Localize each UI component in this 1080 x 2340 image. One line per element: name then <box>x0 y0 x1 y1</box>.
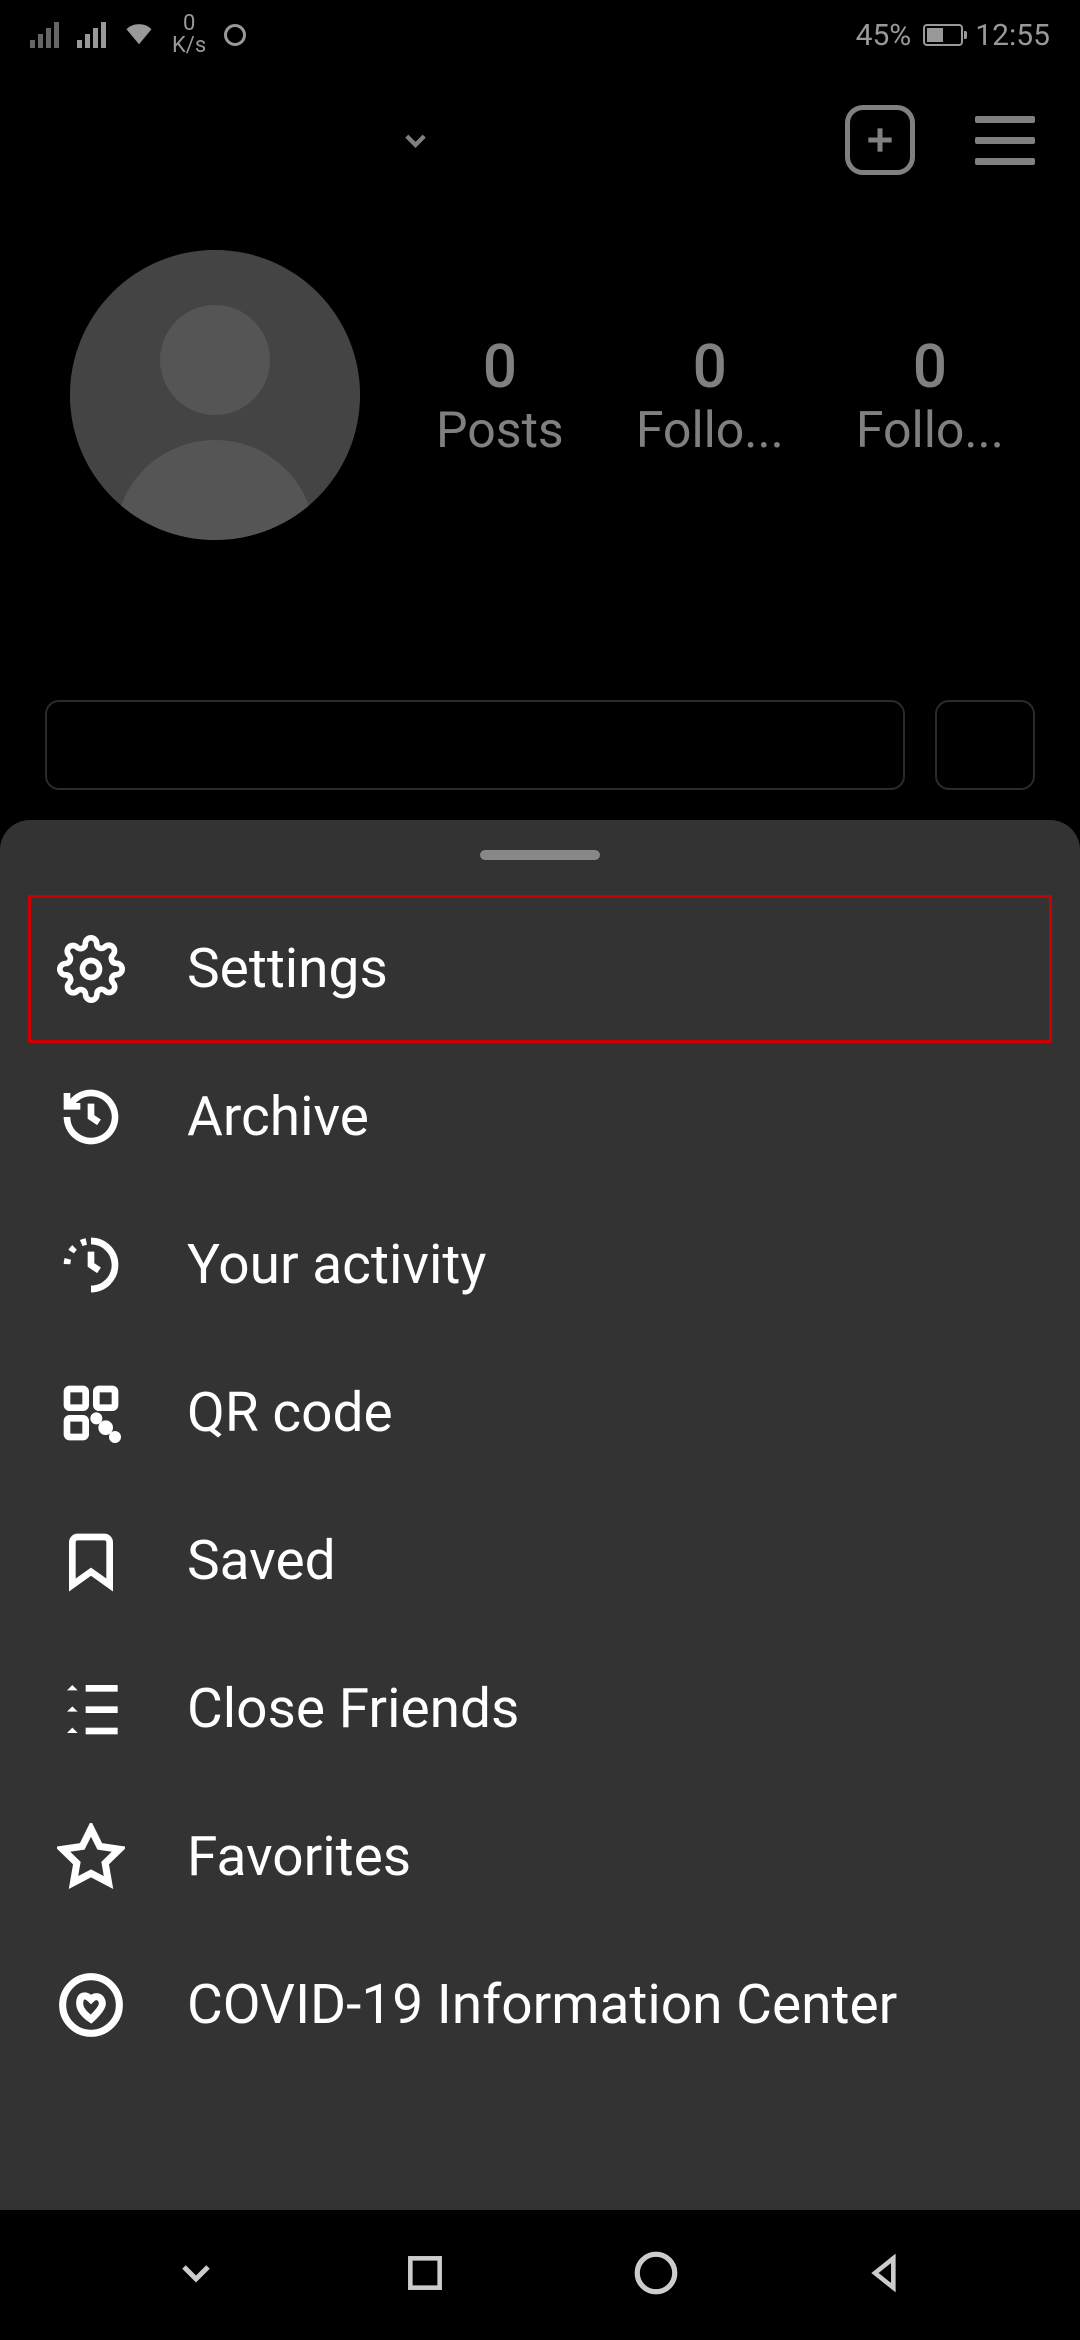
battery-percent: 45% <box>856 18 912 53</box>
battery-icon <box>923 24 963 46</box>
menu-label-settings: Settings <box>187 937 388 1001</box>
archive-icon <box>55 1081 127 1153</box>
bottom-sheet: Settings Archive Your activity <box>0 820 1080 2210</box>
menu-label-saved: Saved <box>187 1529 336 1593</box>
bookmark-icon <box>55 1525 127 1597</box>
menu-label-archive: Archive <box>187 1085 369 1149</box>
net-speed-value: 0 <box>172 13 206 35</box>
menu-label-favorites: Favorites <box>187 1825 411 1889</box>
qrcode-icon <box>55 1377 127 1449</box>
create-button[interactable] <box>845 105 915 175</box>
profile-background: 0 Posts 0 Follo... 0 Follo... <box>0 70 1080 790</box>
discover-people-button[interactable] <box>935 700 1035 790</box>
net-speed: 0 K/s <box>172 13 206 57</box>
plus-icon <box>860 120 900 160</box>
drag-handle[interactable] <box>480 850 600 860</box>
followers-label: Follo... <box>636 402 784 460</box>
net-speed-unit: K/s <box>172 35 206 57</box>
menu-label-activity: Your activity <box>187 1233 486 1297</box>
star-icon <box>55 1821 127 1893</box>
profile-section: 0 Posts 0 Follo... 0 Follo... <box>0 210 1080 600</box>
edit-profile-button[interactable] <box>45 700 905 790</box>
gear-icon <box>55 933 127 1005</box>
menu-item-qrcode[interactable]: QR code <box>0 1339 1080 1487</box>
menu-label-close-friends: Close Friends <box>187 1677 519 1741</box>
status-left: 0 K/s <box>30 13 246 57</box>
notification-dot-icon <box>224 24 246 46</box>
menu-item-activity[interactable]: Your activity <box>0 1191 1080 1339</box>
heart-circle-icon <box>55 1969 127 2041</box>
menu-label-covid: COVID-19 Information Center <box>187 1973 897 2037</box>
status-right: 45% 12:55 <box>856 18 1050 53</box>
following-count: 0 <box>856 331 1004 402</box>
app-header <box>0 70 1080 210</box>
following-stat[interactable]: 0 Follo... <box>856 331 1004 460</box>
menu-item-close-friends[interactable]: Close Friends <box>0 1635 1080 1783</box>
menu-item-settings[interactable]: Settings <box>28 895 1052 1043</box>
menu-item-saved[interactable]: Saved <box>0 1487 1080 1635</box>
posts-label: Posts <box>436 402 564 460</box>
signal-icon <box>77 22 106 48</box>
nav-home-button[interactable] <box>631 2248 681 2302</box>
clock: 12:55 <box>975 18 1050 53</box>
action-button-row <box>0 700 1080 790</box>
close-friends-icon <box>55 1673 127 1745</box>
menu-button[interactable] <box>975 116 1035 165</box>
nav-back-button[interactable] <box>864 2251 908 2299</box>
nav-hide-keyboard-icon[interactable] <box>172 2249 220 2301</box>
posts-count: 0 <box>436 331 564 402</box>
signal-no-sim-icon <box>30 22 59 48</box>
navigation-bar <box>0 2210 1080 2340</box>
followers-stat[interactable]: 0 Follo... <box>636 331 784 460</box>
posts-stat[interactable]: 0 Posts <box>436 331 564 460</box>
nav-recents-button[interactable] <box>403 2251 447 2299</box>
menu-label-qrcode: QR code <box>187 1381 393 1445</box>
following-label: Follo... <box>856 402 1004 460</box>
username-dropdown[interactable] <box>45 123 785 158</box>
profile-stats: 0 Posts 0 Follo... 0 Follo... <box>410 331 1030 460</box>
menu-item-archive[interactable]: Archive <box>0 1043 1080 1191</box>
activity-icon <box>55 1229 127 1301</box>
followers-count: 0 <box>636 331 784 402</box>
wifi-icon <box>124 18 154 53</box>
menu-item-covid[interactable]: COVID-19 Information Center <box>0 1931 1080 2079</box>
status-bar: 0 K/s 45% 12:55 <box>0 0 1080 70</box>
menu-item-favorites[interactable]: Favorites <box>0 1783 1080 1931</box>
avatar[interactable] <box>70 250 360 540</box>
chevron-down-icon <box>398 123 433 158</box>
